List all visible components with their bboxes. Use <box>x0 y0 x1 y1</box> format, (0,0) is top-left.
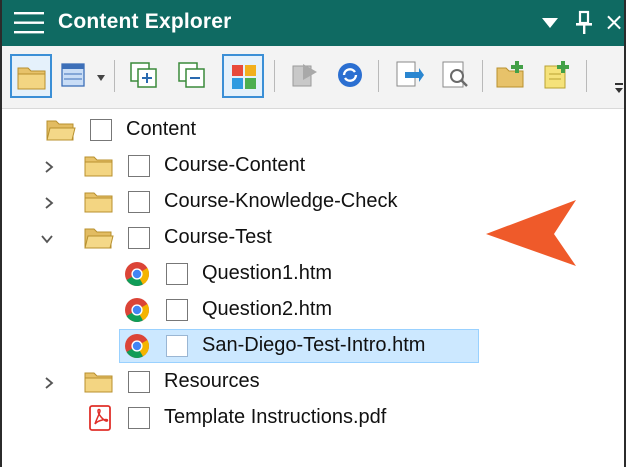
content-explorer-panel: Content Explorer × Content Course-Conten… <box>0 0 626 467</box>
toolbar-separator <box>274 60 275 92</box>
properties-button[interactable] <box>434 54 476 98</box>
chrome-icon <box>125 262 149 287</box>
checkbox[interactable] <box>166 335 188 357</box>
content-tree: Content Course-Content Course-Knowledge-… <box>2 108 624 467</box>
refresh-icon <box>338 63 362 87</box>
new-folder-button[interactable] <box>490 54 532 98</box>
tree-item-course-content[interactable]: Course-Content <box>2 148 624 184</box>
previous-button[interactable] <box>284 54 326 98</box>
tree-item-label: Course-Content <box>164 154 306 176</box>
open-folder-button[interactable] <box>10 54 52 98</box>
pointer-arrow-icon <box>486 200 576 266</box>
open-folder-icon <box>46 120 76 141</box>
chevron-right-icon[interactable] <box>42 196 56 210</box>
dropdown-icon[interactable] <box>540 14 560 32</box>
checkbox[interactable] <box>90 119 112 141</box>
toolbar-separator <box>482 60 483 92</box>
close-icon[interactable]: × <box>604 8 624 36</box>
pdf-icon <box>89 405 111 431</box>
tree-item-san-diego-test-intro[interactable]: San-Diego-Test-Intro.htm <box>2 328 624 364</box>
folder-icon <box>84 372 113 393</box>
collapse-all-button[interactable] <box>172 54 214 98</box>
refresh-button[interactable] <box>330 54 372 98</box>
tree-item-label: Resources <box>164 370 260 392</box>
send-button[interactable] <box>388 54 430 98</box>
chevron-right-icon[interactable] <box>42 160 56 174</box>
new-file-button[interactable] <box>536 54 578 98</box>
tree-item-label: Course-Knowledge-Check <box>164 190 398 212</box>
open-folder-icon <box>17 67 46 90</box>
toolbar-separator <box>378 60 379 92</box>
checkbox[interactable] <box>128 191 150 213</box>
toolbar-separator <box>586 60 587 92</box>
new-file-icon <box>544 61 569 89</box>
title-bar: Content Explorer × <box>2 0 624 46</box>
toolbar <box>2 46 624 109</box>
chevron-down-icon[interactable] <box>40 232 54 246</box>
chrome-icon <box>125 298 149 323</box>
checkbox[interactable] <box>128 407 150 429</box>
tree-item-label: Template Instructions.pdf <box>164 406 387 428</box>
tree-item-label: San-Diego-Test-Intro.htm <box>202 334 426 356</box>
send-icon <box>396 61 424 87</box>
chevron-down-icon[interactable] <box>96 74 106 82</box>
toolbar-separator <box>114 60 115 92</box>
checkbox[interactable] <box>128 227 150 249</box>
tree-item-label: Course-Test <box>164 226 272 248</box>
checkbox[interactable] <box>166 263 188 285</box>
properties-icon <box>442 61 468 88</box>
tree-item-label: Question1.htm <box>202 262 333 284</box>
chevron-right-icon[interactable] <box>42 376 56 390</box>
list-view-button[interactable] <box>56 54 92 98</box>
tree-item-template-instructions[interactable]: Template Instructions.pdf <box>2 400 624 436</box>
overflow-icon[interactable] <box>614 82 624 94</box>
list-view-icon <box>61 63 85 87</box>
expand-all-button[interactable] <box>124 54 166 98</box>
previous-icon <box>292 64 317 87</box>
color-grid-icon <box>232 65 256 89</box>
tree-item-label: Content <box>126 118 197 140</box>
expand-all-icon <box>130 62 157 88</box>
pin-icon[interactable] <box>572 9 596 37</box>
chrome-icon <box>125 334 149 359</box>
tree-item-question2[interactable]: Question2.htm <box>2 292 624 328</box>
folder-icon <box>84 192 113 213</box>
folder-icon <box>84 156 113 177</box>
menu-icon[interactable] <box>12 10 46 36</box>
checkbox[interactable] <box>128 371 150 393</box>
checkbox[interactable] <box>166 299 188 321</box>
collapse-all-icon <box>178 62 205 88</box>
tree-item-label: Question2.htm <box>202 298 333 320</box>
tree-item-content[interactable]: Content <box>2 112 624 148</box>
new-folder-icon <box>496 61 524 88</box>
checkbox[interactable] <box>128 155 150 177</box>
color-grid-button[interactable] <box>222 54 264 98</box>
open-folder-icon <box>84 228 114 249</box>
panel-title: Content Explorer <box>58 10 232 33</box>
tree-item-resources[interactable]: Resources <box>2 364 624 400</box>
